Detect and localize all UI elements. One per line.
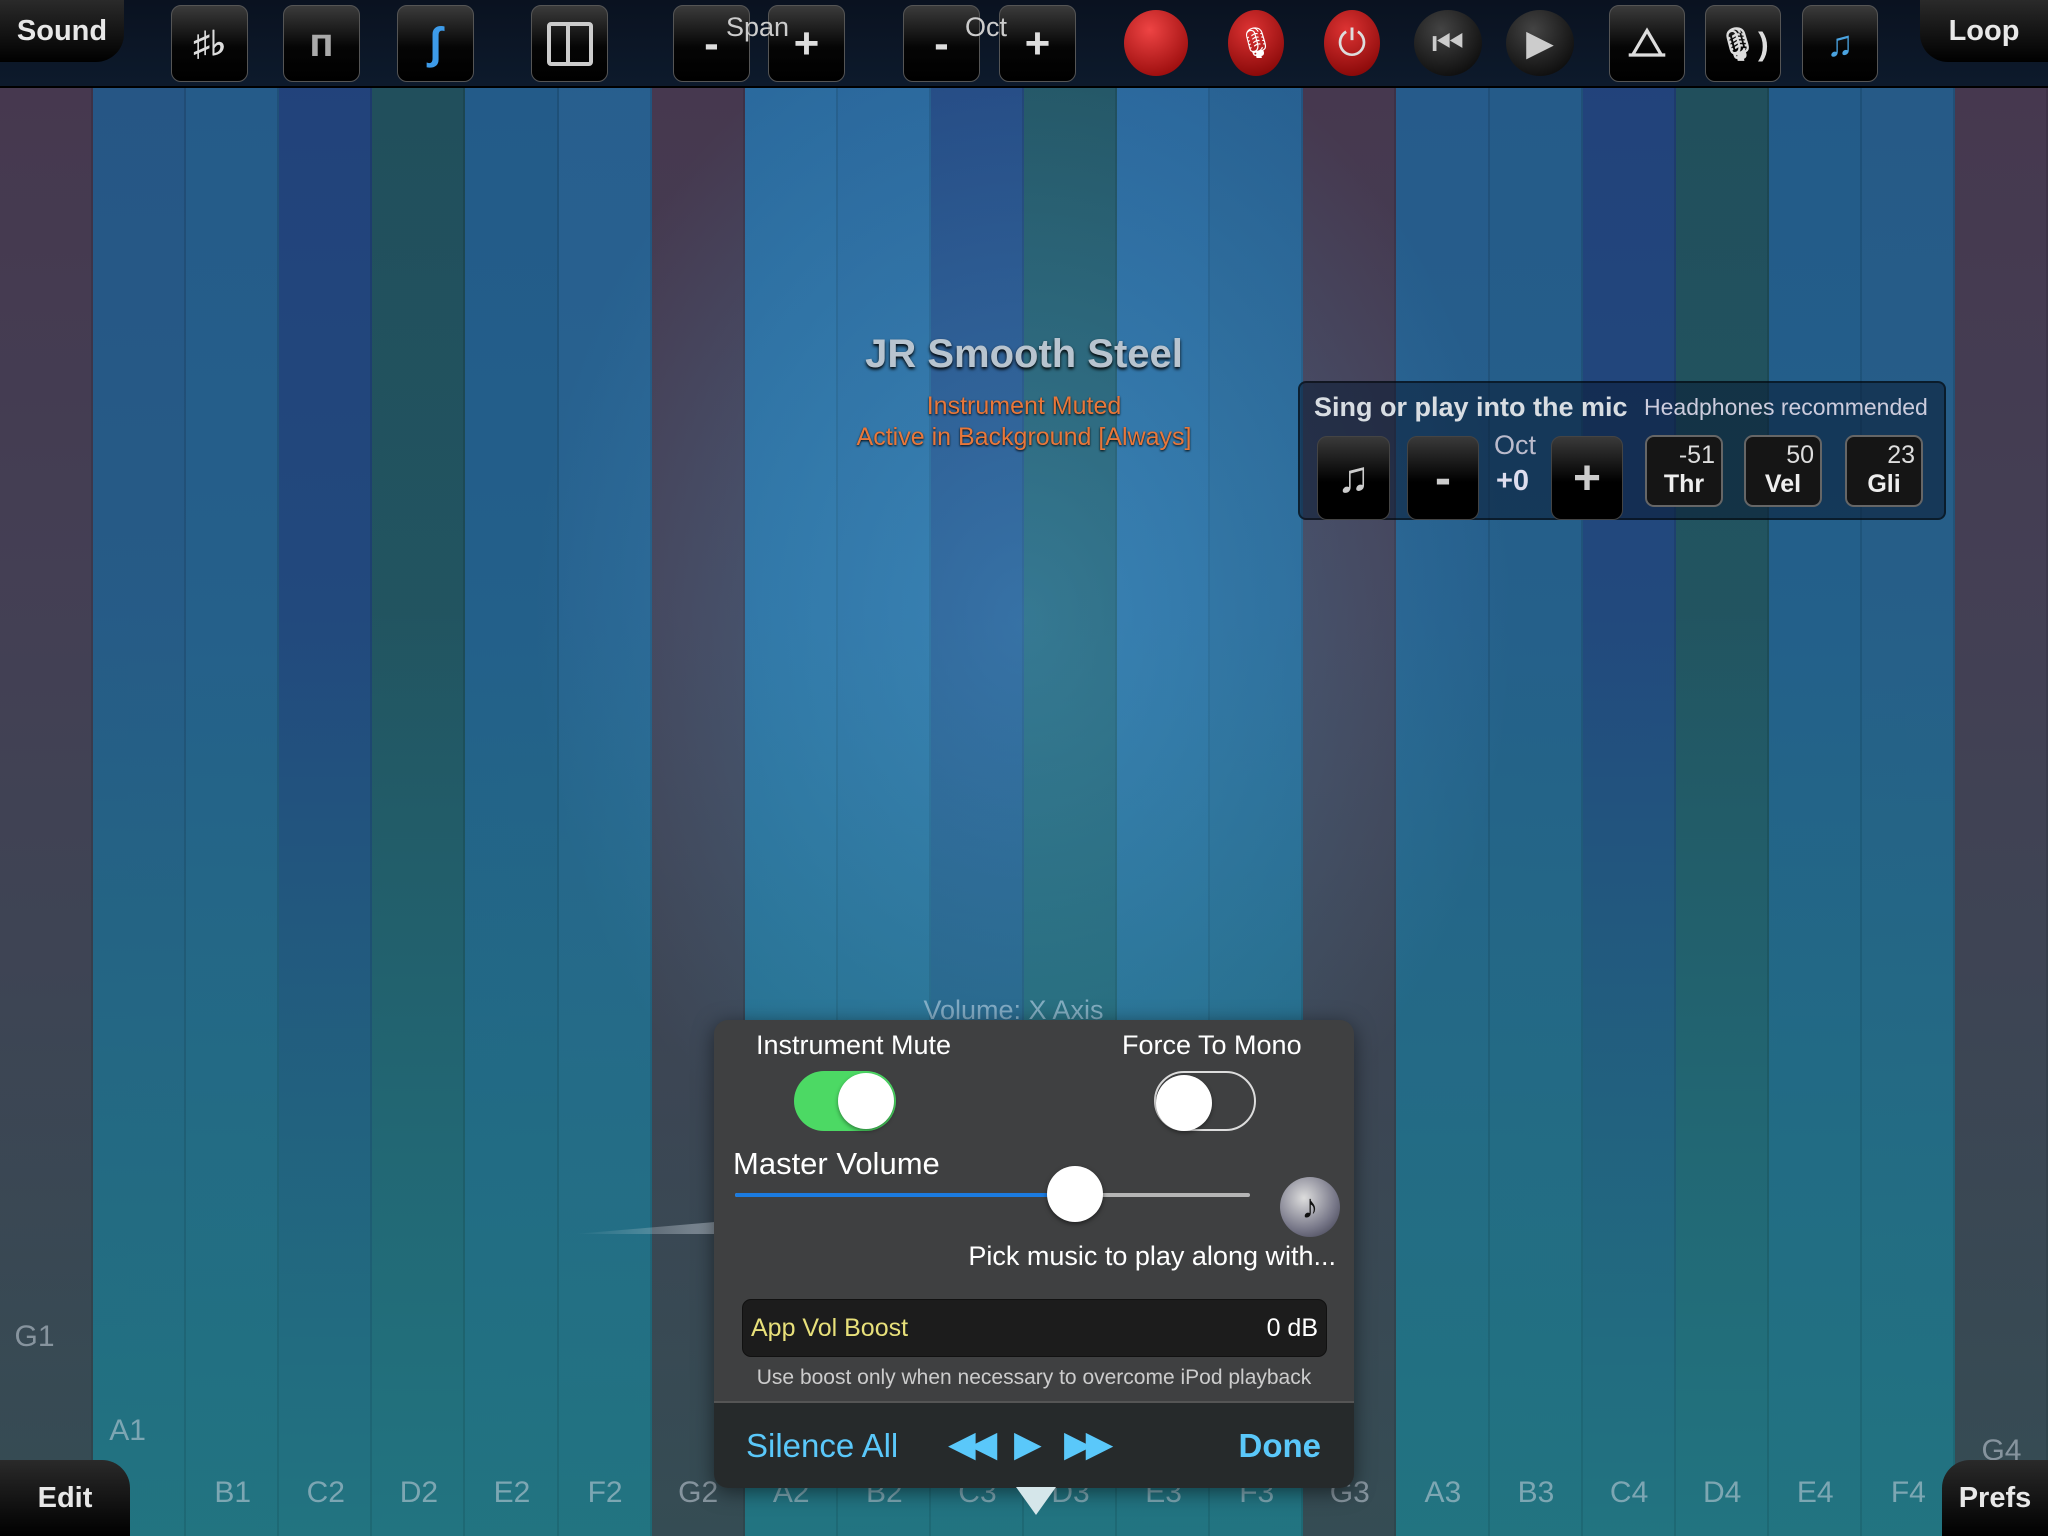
note-label: A1 <box>109 1414 146 1447</box>
note-label: E4 <box>1796 1476 1834 1509</box>
popover-arrow <box>1016 1487 1056 1515</box>
note-column-a1[interactable] <box>93 0 187 1536</box>
force-mono-label: Force To Mono <box>1122 1030 1302 1060</box>
note-column-d4[interactable] <box>1675 0 1769 1536</box>
oct-plus-button[interactable]: + <box>999 5 1076 82</box>
note-column-g4[interactable] <box>1954 0 2048 1536</box>
toggle-knob <box>838 1073 894 1129</box>
mic-input-panel: Sing or play into the mic Headphones rec… <box>1298 381 1946 520</box>
toolbar: Sound ♯♭ ᴨ ∫ - + Span - + Oct 🎙 ⏻ ⏮ ▶ ⧍ … <box>0 0 2048 88</box>
mic-oct-value: +0 <box>1496 465 1530 497</box>
instrument-name: JR Smooth Steel <box>865 332 1183 376</box>
record-button[interactable] <box>1124 10 1188 76</box>
note-label: A3 <box>1424 1476 1462 1509</box>
sharp-flat-button[interactable]: ♯♭ <box>171 5 248 82</box>
sound-tab[interactable]: Sound <box>0 0 124 62</box>
mic-speaker-icon[interactable]: 🎙) <box>1705 5 1781 82</box>
edit-tab[interactable]: Edit <box>0 1460 130 1536</box>
popover-footer: Silence All ◀◀ ▶ ▶▶ Done <box>714 1401 1354 1488</box>
loop-tab[interactable]: Loop <box>1920 0 2048 62</box>
note-label: D2 <box>399 1476 439 1509</box>
glide-curve-icon[interactable]: ∫ <box>397 5 474 82</box>
velocity-value: 50 <box>1786 441 1814 469</box>
note-column-f2[interactable] <box>558 0 652 1536</box>
mic-note-icon[interactable]: ♫ <box>1802 5 1878 82</box>
toggle-knob <box>1156 1075 1212 1131</box>
power-icon[interactable]: ⏻ <box>1324 10 1380 76</box>
oct-label: Oct <box>965 12 1008 42</box>
instrument-mute-toggle[interactable] <box>794 1071 896 1131</box>
metronome-icon[interactable]: ⧍ <box>1609 5 1685 82</box>
rewind-icon[interactable]: ◀◀ <box>948 1423 997 1465</box>
instrument-mute-label: Instrument Mute <box>756 1030 952 1060</box>
note-column-c2[interactable] <box>279 0 373 1536</box>
split-view-icon[interactable] <box>531 5 608 82</box>
skip-back-icon[interactable]: ⏮ <box>1414 10 1482 76</box>
velocity-control[interactable]: 50 Vel <box>1744 435 1822 507</box>
play-icon[interactable]: ▶ <box>1506 10 1574 76</box>
note-label: C2 <box>306 1476 345 1509</box>
boost-hint: Use boost only when necessary to overcom… <box>756 1366 1312 1389</box>
note-column-g1[interactable] <box>0 0 94 1536</box>
span-label: Span <box>726 12 790 42</box>
note-label: B1 <box>214 1476 252 1509</box>
force-mono-toggle[interactable] <box>1154 1071 1256 1131</box>
volume-popover: Instrument Mute Force To Mono Master Vol… <box>714 1020 1354 1488</box>
note-column-d2[interactable] <box>372 0 466 1536</box>
note-column-a3[interactable] <box>1396 0 1490 1536</box>
note-column-e2[interactable] <box>465 0 559 1536</box>
slider-thumb[interactable] <box>1046 1166 1103 1222</box>
play-icon[interactable]: ▶ <box>1014 1423 1042 1465</box>
note-label: D4 <box>1702 1476 1742 1509</box>
pick-music-link[interactable]: Pick music to play along with... <box>968 1241 1336 1272</box>
note-column-c4[interactable] <box>1582 0 1676 1536</box>
app-vol-boost-control[interactable]: App Vol Boost 0 dB <box>742 1299 1327 1357</box>
threshold-control[interactable]: -51 Thr <box>1645 435 1723 507</box>
master-volume-slider[interactable] <box>735 1166 1250 1222</box>
threshold-value: -51 <box>1678 441 1715 469</box>
mic-oct-label: Oct <box>1494 430 1537 460</box>
music-note-icon: ♫ <box>1337 453 1370 502</box>
note-label: C4 <box>1609 1476 1649 1509</box>
mic-icon[interactable]: 🎙 <box>1228 10 1284 76</box>
headphones-hint: Headphones recommended <box>1644 394 1928 420</box>
note-column-f4[interactable] <box>1861 0 1955 1536</box>
fast-forward-icon[interactable]: ▶▶ <box>1064 1423 1113 1465</box>
mic-oct-plus-button[interactable]: + <box>1551 436 1623 520</box>
slider-fill <box>735 1193 1075 1197</box>
note-label: E2 <box>493 1476 531 1509</box>
boost-value: 0 dB <box>1266 1314 1318 1342</box>
velocity-label: Vel <box>1764 470 1802 498</box>
music-library-icon[interactable]: ♪ <box>1280 1177 1340 1237</box>
note-label: G2 <box>678 1476 719 1509</box>
prefs-tab[interactable]: Prefs <box>1942 1460 2048 1536</box>
glide-control[interactable]: 23 Gli <box>1845 435 1923 507</box>
note-label: F4 <box>1890 1476 1926 1509</box>
boost-label: App Vol Boost <box>751 1314 909 1342</box>
mic-panel-title: Sing or play into the mic <box>1314 392 1628 422</box>
glide-value: 23 <box>1887 441 1915 469</box>
glide-label: Gli <box>1867 470 1901 498</box>
master-volume-label: Master Volume <box>733 1146 940 1181</box>
note-label: B3 <box>1517 1476 1555 1509</box>
note-column-b3[interactable] <box>1489 0 1583 1536</box>
done-button[interactable]: Done <box>1239 1427 1322 1465</box>
pitch-glide-note-button[interactable]: ♫ <box>1317 436 1390 520</box>
mic-oct-minus-button[interactable]: - <box>1407 436 1479 520</box>
note-label: F2 <box>587 1476 623 1509</box>
note-label: G1 <box>14 1320 55 1353</box>
threshold-label: Thr <box>1663 470 1705 498</box>
silence-all-button[interactable]: Silence All <box>746 1427 898 1465</box>
note-column-b1[interactable] <box>186 0 280 1536</box>
note-column-e4[interactable] <box>1768 0 1862 1536</box>
piano-keys-icon[interactable]: ᴨ <box>283 5 360 82</box>
